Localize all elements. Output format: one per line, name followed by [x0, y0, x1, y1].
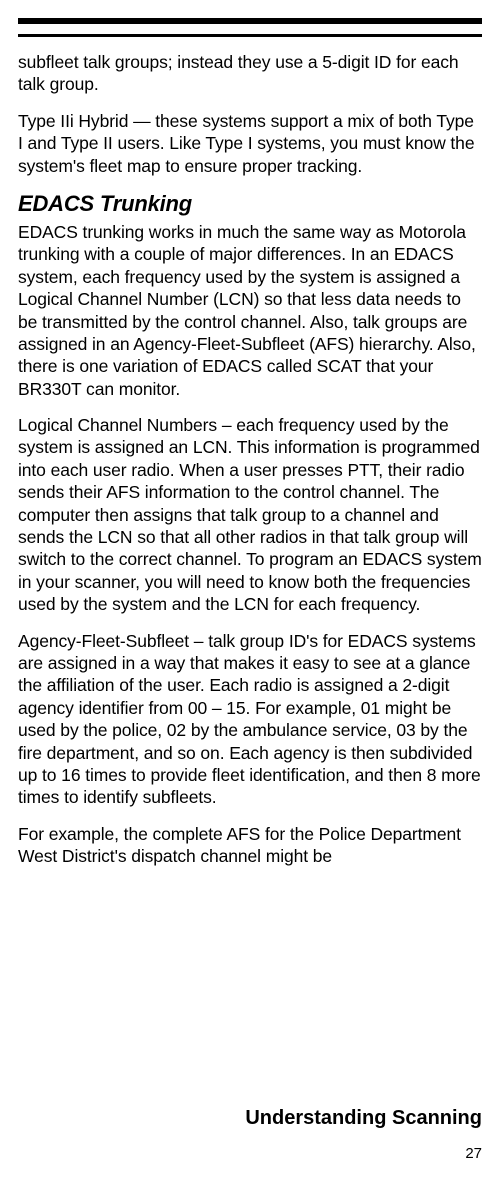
footer-section-title: Understanding Scanning — [245, 1107, 482, 1130]
paragraph-type2-hybrid: Type IIi Hybrid — these systems support … — [18, 110, 482, 177]
paragraph-afs-example: For example, the complete AFS for the Po… — [18, 823, 482, 868]
paragraph-lcn: Logical Channel Numbers – each frequency… — [18, 414, 482, 616]
top-rule-thin — [18, 34, 482, 37]
page-number: 27 — [465, 1145, 482, 1162]
paragraph-continuation: subfleet talk groups; instead they use a… — [18, 51, 482, 96]
paragraph-afs: Agency-Fleet-Subfleet – talk group ID's … — [18, 630, 482, 809]
heading-edacs-trunking: EDACS Trunking — [18, 191, 482, 217]
top-rule-thick — [18, 18, 482, 24]
paragraph-edacs-intro: EDACS trunking works in much the same wa… — [18, 221, 482, 400]
